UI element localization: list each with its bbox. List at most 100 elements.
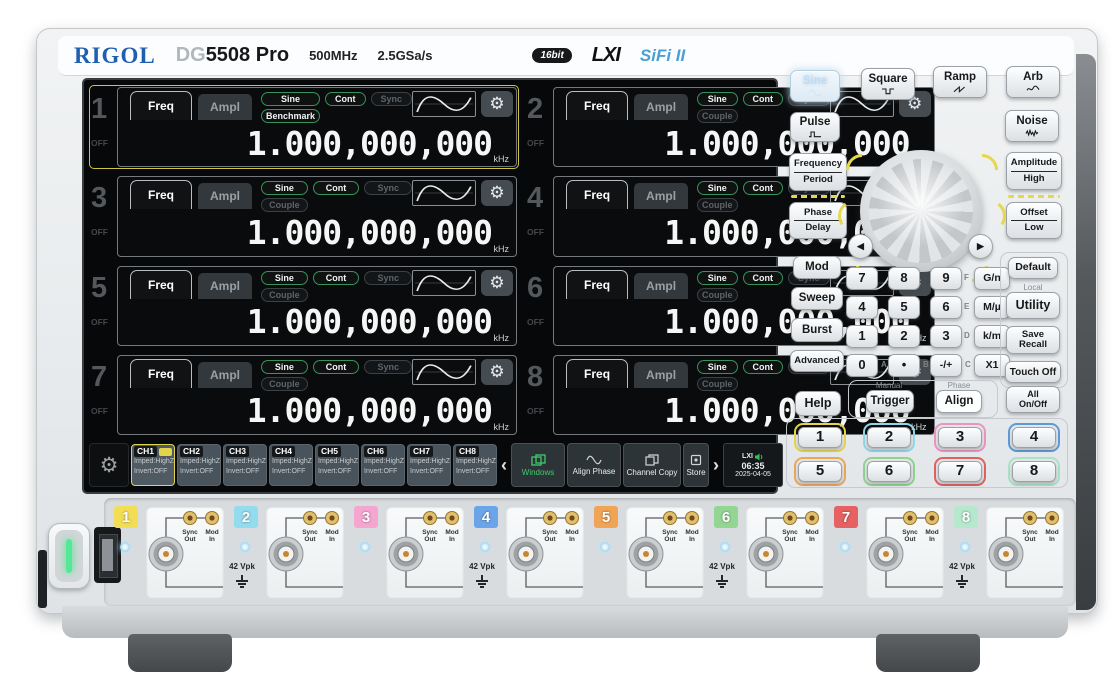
key-1[interactable]: 1 [846,325,878,348]
tab-freq[interactable]: Freq [130,270,192,299]
system-settings-gear-icon[interactable]: ⚙ [89,443,129,487]
noise-button[interactable]: Noise [1005,110,1059,142]
key-sign[interactable]: -/+ [930,354,962,377]
align-phase-button[interactable]: Align Phase [567,443,621,487]
tab-freq[interactable]: Freq [566,270,628,299]
statusbar: ⚙ CH1Imped:HighZInvert:OFF CH2Imped:High… [89,442,771,488]
channel-led [480,542,490,552]
key-7[interactable]: 7 [846,267,878,290]
tab-ampl[interactable]: Ampl [634,273,688,299]
trigger-button[interactable]: Trigger [866,390,914,413]
channel-settings-gear-icon[interactable]: ⚙ [481,91,513,117]
statusbar-tab-ch1[interactable]: CH1Imped:HighZInvert:OFF [131,444,175,486]
channel-key-7[interactable]: 7 [938,461,982,482]
channel-5-block[interactable]: 5OFF Freq Ampl Sine Cont Sync Couple ⚙ [89,264,519,348]
statusbar-tab-ch7[interactable]: CH7Imped:HighZInvert:OFF [407,444,451,486]
frequency-period-button[interactable]: FrequencyPeriod [789,153,847,191]
amplitude-high-button[interactable]: AmplitudeHigh [1006,152,1062,190]
offset-low-button[interactable]: OffsetLow [1006,202,1062,239]
sync-out-label: Sync Out [299,529,321,544]
key-6[interactable]: 6 [930,296,962,319]
mod-button[interactable]: Mod [793,256,841,279]
sine-button[interactable]: Sine [790,70,840,102]
statusbar-tab-ch3[interactable]: CH3Imped:HighZInvert:OFF [223,444,267,486]
channel-settings-gear-icon[interactable]: ⚙ [481,359,513,385]
help-button[interactable]: Help [795,391,841,416]
channel-key-4[interactable]: 4 [1012,427,1056,448]
channel-key-6[interactable]: 6 [867,461,911,482]
utility-button[interactable]: Utility [1006,292,1060,319]
key-8[interactable]: 8 [888,267,920,290]
channel-panel[interactable]: Freq Ampl Sine Cont Sync Couple ⚙ 1.000,… [117,355,517,435]
statusbar-tab-ch8[interactable]: CH8Imped:HighZInvert:OFF [453,444,497,486]
advanced-button[interactable]: Advanced [790,350,844,372]
channel-3-block[interactable]: 3OFF Freq Ampl Sine Cont Sync Couple ⚙ [89,174,519,258]
tab-freq[interactable]: Freq [566,359,628,388]
channel-key-2[interactable]: 2 [867,427,911,448]
statusbar-tab-ch6[interactable]: CH6Imped:HighZInvert:OFF [361,444,405,486]
windows-button[interactable]: Windows [511,443,565,487]
channel-panel[interactable]: Freq Ampl Sine Cont Sync Benchmark ⚙ 1.0… [117,87,517,167]
channel-1-block[interactable]: 1OFF Freq Ampl Sine Cont Sync Benchmark … [89,85,519,169]
channel-panel[interactable]: Freq Ampl Sine Cont Sync Couple ⚙ 1.000,… [117,266,517,346]
connector-panel-6: Sync Out Mod In [746,506,824,598]
sweep-button[interactable]: Sweep [791,287,843,310]
default-button[interactable]: Default [1008,257,1058,279]
mode-badge: Cont [743,181,784,195]
key-2[interactable]: 2 [888,325,920,348]
tab-freq[interactable]: Freq [130,180,192,209]
key-5[interactable]: 5 [888,296,920,319]
channel-key-5[interactable]: 5 [798,461,842,482]
tab-ampl[interactable]: Ampl [198,273,252,299]
channel-panel[interactable]: Freq Ampl Sine Cont Sync Couple ⚙ 1.000,… [117,176,517,256]
key-0[interactable]: 0 [846,354,878,377]
channel-settings-gear-icon[interactable]: ⚙ [481,180,513,206]
touch-off-button[interactable]: Touch Off [1005,361,1061,383]
channel-key-3[interactable]: 3 [938,427,982,448]
tab-freq[interactable]: Freq [130,91,192,120]
statusbar-next-icon[interactable]: › [711,455,721,476]
channel-copy-button[interactable]: Channel Copy [623,443,681,487]
square-button[interactable]: Square [861,68,915,100]
tab-freq[interactable]: Freq [566,180,628,209]
knob-grip[interactable] [869,159,973,263]
arb-button[interactable]: Arb [1006,66,1060,98]
connector-badge-3: 3 [354,506,378,528]
arrow-right-button[interactable]: ▶ [968,234,993,259]
store-button[interactable]: Store [683,443,709,487]
tab-ampl[interactable]: Ampl [634,183,688,209]
tab-ampl[interactable]: Ampl [198,94,252,120]
circuit-lines [746,506,824,598]
channel-state: OFF [91,317,108,327]
statusbar-tab-ch5[interactable]: CH5Imped:HighZInvert:OFF [315,444,359,486]
channel-key-8[interactable]: 8 [1012,461,1056,482]
tab-ampl[interactable]: Ampl [198,183,252,209]
key-9[interactable]: 9 [930,267,962,290]
tab-freq[interactable]: Freq [566,91,628,120]
burst-button[interactable]: Burst [791,318,843,342]
pulse-button[interactable]: Pulse [790,112,840,142]
key-decimal[interactable]: • [888,354,920,377]
tab-ampl[interactable]: Ampl [634,362,688,388]
power-button[interactable] [48,523,90,589]
key-3[interactable]: 3 [930,325,962,348]
arrow-left-button[interactable]: ◀ [848,234,873,259]
tab-ampl[interactable]: Ampl [634,94,688,120]
channel-settings-gear-icon[interactable]: ⚙ [481,270,513,296]
statusbar-tab-ch2[interactable]: CH2Imped:HighZInvert:OFF [177,444,221,486]
save-recall-button[interactable]: Save Recall [1006,326,1060,354]
all-on-off-button[interactable]: All On/Off [1006,386,1060,413]
statusbar-tab-ch4[interactable]: CH4Imped:HighZInvert:OFF [269,444,313,486]
tab-freq[interactable]: Freq [130,359,192,388]
channel-7-block[interactable]: 7OFF Freq Ampl Sine Cont Sync Couple ⚙ [89,353,519,437]
connector-panel-1: Sync Out Mod In [146,506,224,598]
waveform-badge: Sine [261,360,308,374]
align-button[interactable]: Align [936,390,982,413]
tab-ampl[interactable]: Ampl [198,362,252,388]
waveform-preview [412,359,476,385]
channel-key-1[interactable]: 1 [798,427,842,448]
mode-badge: Cont [743,271,784,285]
ramp-button[interactable]: Ramp [933,66,987,98]
statusbar-prev-icon[interactable]: ‹ [499,455,509,476]
key-4[interactable]: 4 [846,296,878,319]
